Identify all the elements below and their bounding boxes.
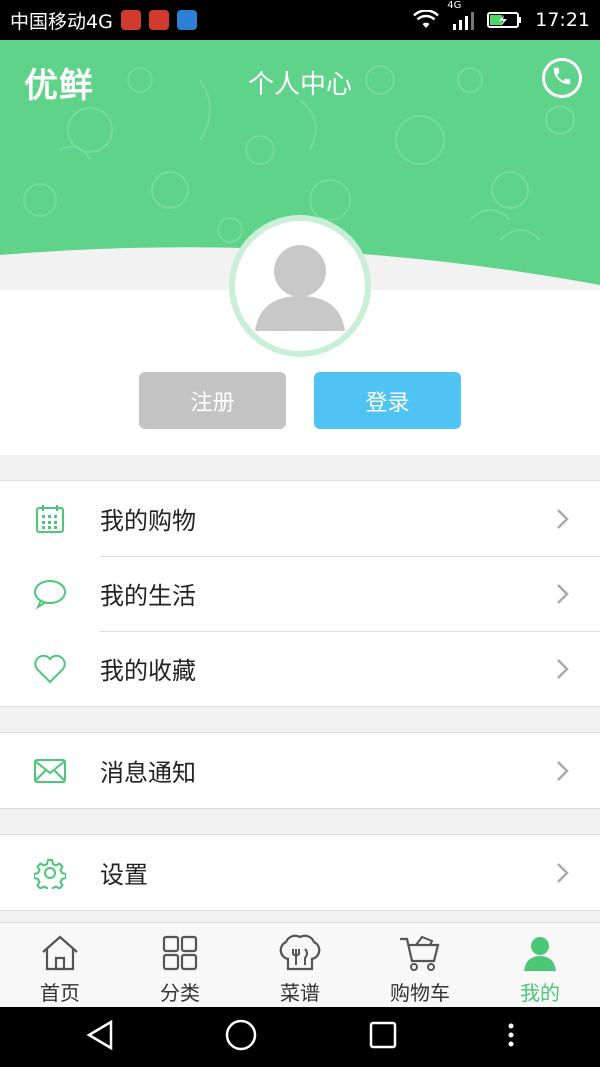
- menu-item-messages[interactable]: 消息通知: [0, 733, 600, 808]
- app-notification-icon: [120, 10, 141, 30]
- menu-item-favorites[interactable]: 我的收藏: [0, 631, 600, 706]
- calendar-icon: [0, 503, 100, 535]
- page-title: 个人中心: [247, 70, 352, 100]
- tab-category[interactable]: 分类: [120, 923, 240, 1007]
- status-bar: 中国移动4G 4G 17:21: [0, 0, 600, 40]
- tab-label-profile: 我的: [520, 981, 560, 1005]
- system-navigation-bar: [0, 1007, 600, 1067]
- recent-apps-icon[interactable]: [368, 1020, 398, 1054]
- gear-icon: [0, 857, 100, 889]
- carrier-label: 中国移动4G: [10, 10, 113, 33]
- tab-cart[interactable]: 购物车: [360, 923, 480, 1007]
- tab-label-home: 首页: [40, 981, 80, 1005]
- app-notification-icon: [148, 10, 169, 30]
- chevron-right-icon: [556, 658, 570, 680]
- menu-label-shopping: 我的购物: [100, 507, 196, 535]
- profile-icon: [521, 933, 559, 973]
- call-button[interactable]: [542, 58, 582, 98]
- menu-item-settings[interactable]: 设置: [0, 835, 600, 910]
- more-options-icon[interactable]: [507, 1022, 515, 1052]
- heart-icon: [0, 654, 100, 684]
- home-icon: [39, 933, 81, 973]
- tab-profile[interactable]: 我的: [480, 923, 600, 1007]
- bottom-tab-bar: 首页 分类 菜谱 购物车 我的: [0, 922, 600, 1007]
- tab-label-category: 分类: [160, 981, 200, 1005]
- menu-item-shopping[interactable]: 我的购物: [0, 481, 600, 556]
- avatar[interactable]: [229, 215, 371, 357]
- back-icon[interactable]: [85, 1019, 115, 1055]
- envelope-icon: [0, 758, 100, 784]
- category-grid-icon: [161, 933, 199, 973]
- menu-group-main: 我的购物 我的生活 我的收藏: [0, 480, 600, 707]
- phone-icon: [551, 65, 573, 91]
- battery-charging-icon: [487, 10, 523, 30]
- chef-hat-icon: [276, 933, 324, 973]
- chevron-right-icon: [556, 583, 570, 605]
- menu-item-life[interactable]: 我的生活: [0, 556, 600, 631]
- chevron-right-icon: [556, 760, 570, 782]
- clock: 17:21: [535, 9, 590, 31]
- chevron-right-icon: [556, 508, 570, 530]
- chevron-right-icon: [556, 862, 570, 884]
- network-type-label: 4G: [447, 0, 462, 11]
- default-avatar-icon: [245, 231, 355, 341]
- menu-label-favorites: 我的收藏: [100, 657, 196, 685]
- signal-icon: 4G: [447, 0, 475, 30]
- tab-recipes[interactable]: 菜谱: [240, 923, 360, 1007]
- menu-group-settings: 设置: [0, 834, 600, 911]
- cart-icon: [398, 933, 442, 973]
- tab-home[interactable]: 首页: [0, 923, 120, 1007]
- home-circle-icon[interactable]: [224, 1018, 258, 1056]
- chat-bubble-icon: [0, 579, 100, 609]
- menu-label-settings: 设置: [100, 861, 148, 889]
- menu-group-messages: 消息通知: [0, 732, 600, 809]
- login-button[interactable]: 登录: [314, 372, 461, 429]
- menu-label-life: 我的生活: [100, 582, 196, 610]
- menu-label-messages: 消息通知: [100, 759, 196, 787]
- wifi-icon: [413, 10, 440, 30]
- tab-label-recipes: 菜谱: [280, 981, 320, 1005]
- gallery-notification-icon: [176, 10, 197, 30]
- tab-label-cart: 购物车: [390, 981, 450, 1005]
- register-button[interactable]: 注册: [139, 372, 286, 429]
